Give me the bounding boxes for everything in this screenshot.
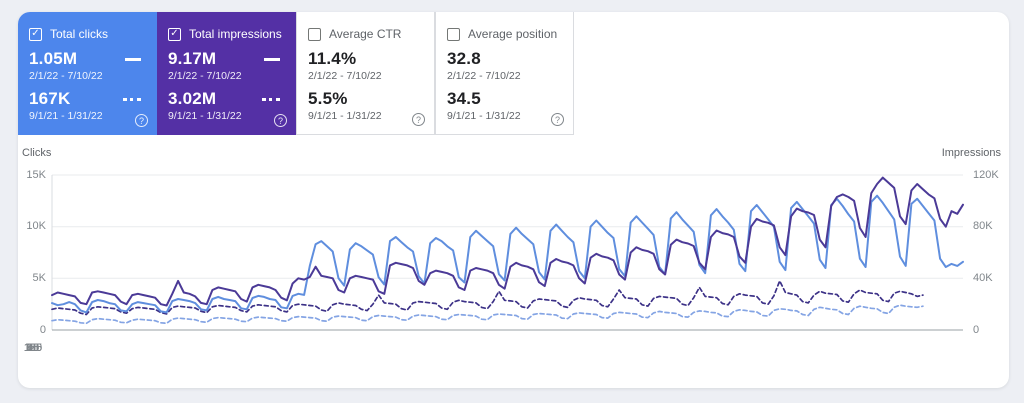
- metric-value-current: 1.05M: [29, 49, 77, 69]
- metric-value-current: 11.4%: [308, 49, 356, 69]
- metric-label: Average CTR: [329, 27, 401, 41]
- metric-cards-row: ✓ Total clicks 1.05M 2/1/22 - 7/10/22 16…: [18, 12, 1009, 135]
- series-line-clicks-current: [52, 196, 963, 313]
- metric-label: Average position: [468, 27, 557, 41]
- checkbox-checked-icon[interactable]: ✓: [29, 28, 42, 41]
- metric-label: Total impressions: [189, 27, 282, 41]
- metric-value-previous: 3.02M: [168, 89, 216, 109]
- date-range-current: 2/1/22 - 7/10/22: [447, 70, 563, 82]
- date-range-previous: 9/1/21 - 1/31/22: [168, 110, 286, 122]
- solid-line-legend-icon: [264, 58, 280, 61]
- checkbox-unchecked-icon[interactable]: [447, 28, 460, 41]
- performance-panel: ✓ Total clicks 1.05M 2/1/22 - 7/10/22 16…: [18, 12, 1009, 388]
- help-icon[interactable]: ?: [135, 114, 148, 127]
- metric-value-previous: 167K: [29, 89, 70, 109]
- date-range-current: 2/1/22 - 7/10/22: [308, 70, 424, 82]
- metric-value-current: 9.17M: [168, 49, 216, 69]
- date-range-previous: 9/1/21 - 1/31/22: [447, 110, 563, 122]
- date-range-previous: 9/1/21 - 1/31/22: [29, 110, 147, 122]
- series-line-impressions-previous: [52, 281, 923, 315]
- help-icon[interactable]: ?: [551, 113, 564, 126]
- metric-value-previous: 5.5%: [308, 89, 348, 109]
- solid-line-legend-icon: [125, 58, 141, 61]
- date-range-previous: 9/1/21 - 1/31/22: [308, 110, 424, 122]
- date-range-current: 2/1/22 - 7/10/22: [29, 70, 147, 82]
- card-average-position[interactable]: Average position 32.8 2/1/22 - 7/10/22 3…: [435, 12, 574, 135]
- checkbox-unchecked-icon[interactable]: [308, 28, 321, 41]
- card-total-clicks[interactable]: ✓ Total clicks 1.05M 2/1/22 - 7/10/22 16…: [18, 12, 157, 135]
- performance-chart[interactable]: Clicks Impressions 15K 10K 5K 0 120K 80K…: [18, 135, 1009, 388]
- card-total-impressions[interactable]: ✓ Total impressions 9.17M 2/1/22 - 7/10/…: [157, 12, 296, 135]
- series-line-impressions-current: [52, 178, 963, 306]
- help-icon[interactable]: ?: [274, 114, 287, 127]
- metric-label: Total clicks: [50, 27, 108, 41]
- metric-value-previous: 34.5: [447, 89, 481, 109]
- date-range-current: 2/1/22 - 7/10/22: [168, 70, 286, 82]
- chart-canvas[interactable]: [18, 135, 1009, 388]
- dashed-line-legend-icon: [123, 98, 141, 101]
- help-icon[interactable]: ?: [412, 113, 425, 126]
- metric-value-current: 32.8: [447, 49, 481, 69]
- checkbox-checked-icon[interactable]: ✓: [168, 28, 181, 41]
- card-average-ctr[interactable]: Average CTR 11.4% 2/1/22 - 7/10/22 5.5% …: [296, 12, 435, 135]
- dashed-line-legend-icon: [262, 98, 280, 101]
